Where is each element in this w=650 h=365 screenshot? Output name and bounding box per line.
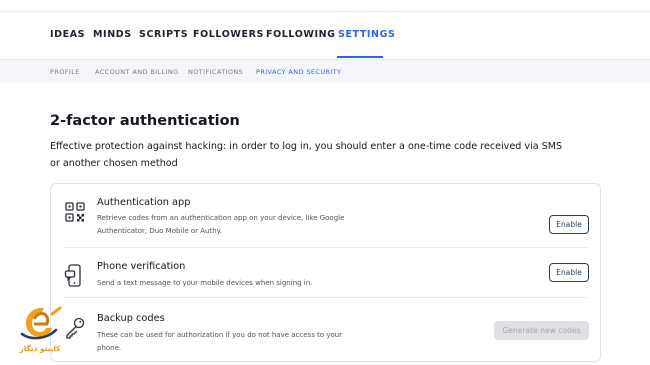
tab-followers[interactable]: FOLLOWERS	[193, 29, 264, 40]
method-title: Backup codes	[97, 313, 165, 324]
intro-text: Effective protection against hacking: in…	[50, 141, 563, 169]
subtab-account-and-billing[interactable]: ACCOUNT AND BILLING	[95, 68, 179, 76]
watermark-text: کاپیتو دیگار	[19, 344, 61, 353]
method-phone-verification: Phone verification Send a text message t…	[64, 248, 589, 298]
subtab-privacy-and-security[interactable]: PRIVACY AND SECURITY	[256, 68, 341, 76]
tab-ideas[interactable]: IDEAS	[50, 29, 85, 40]
settings-sub-nav: PROFILE ACCOUNT AND BILLING NOTIFICATION…	[0, 59, 650, 83]
generate-new-codes-button[interactable]: Generate new codes	[494, 321, 589, 340]
profile-main-nav: IDEAS MINDS SCRIPTS FOLLOWERS FOLLOWING …	[0, 12, 650, 59]
page-title: 2-factor authentication	[50, 113, 240, 129]
active-tab-indicator	[337, 56, 383, 58]
key-icon	[64, 315, 86, 341]
tab-scripts[interactable]: SCRIPTS	[139, 29, 188, 40]
tab-following[interactable]: FOLLOWING	[266, 29, 336, 40]
subtab-notifications[interactable]: NOTIFICATIONS	[188, 68, 243, 76]
method-description: These can be used for authorization if y…	[97, 331, 343, 352]
enable-authentication-app-button[interactable]: Enable	[549, 215, 589, 234]
method-title: Authentication app	[97, 197, 191, 208]
method-description: Send a text message to your mobile devic…	[97, 279, 313, 287]
two-factor-methods-card: Authentication app Retrieve codes from a…	[50, 183, 601, 362]
method-title: Phone verification	[97, 261, 186, 272]
tab-minds[interactable]: MINDS	[93, 29, 132, 40]
method-authentication-app: Authentication app Retrieve codes from a…	[64, 194, 589, 248]
phone-icon	[64, 263, 86, 289]
method-description: Retrieve codes from an authentication ap…	[97, 214, 345, 235]
method-backup-codes: Backup codes These can be used for autho…	[64, 298, 589, 362]
subtab-profile[interactable]: PROFILE	[50, 68, 80, 76]
enable-phone-verification-button[interactable]: Enable	[549, 263, 589, 282]
tab-settings[interactable]: SETTINGS	[338, 29, 395, 40]
brand-watermark: کاپیتو دیگار	[16, 304, 64, 358]
qr-code-icon	[64, 200, 86, 226]
